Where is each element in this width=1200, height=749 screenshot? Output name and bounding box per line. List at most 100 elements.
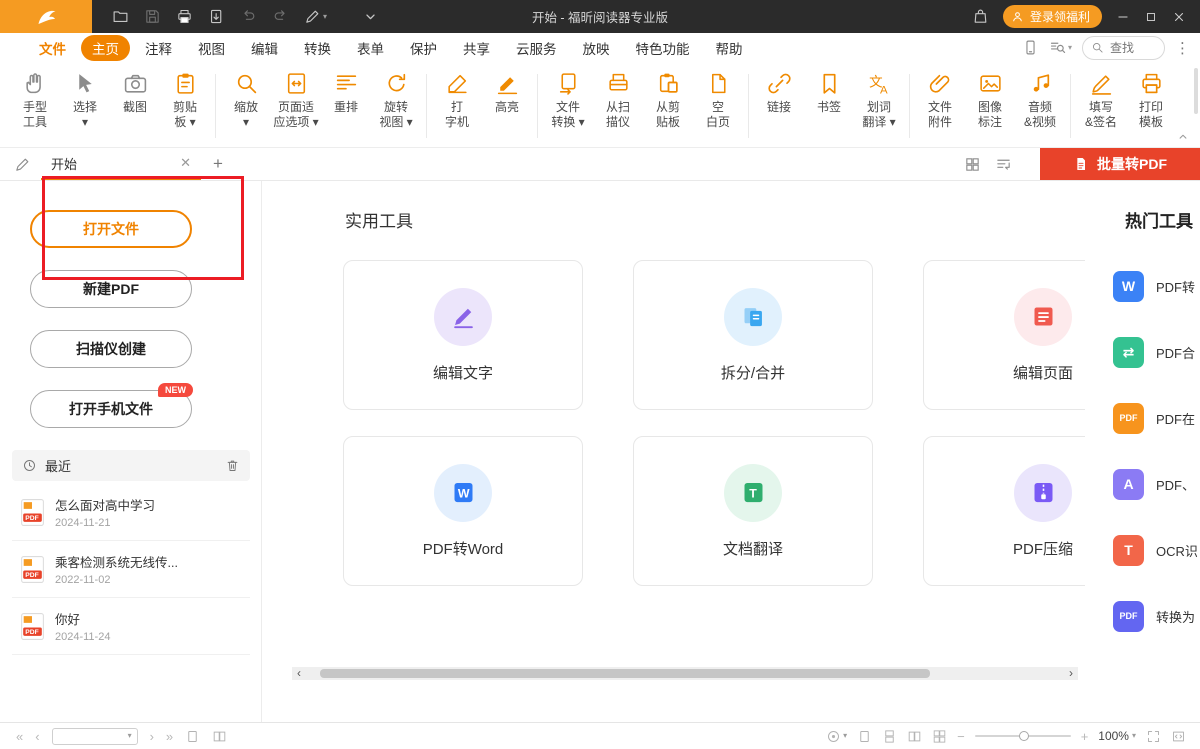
rotate-view-button[interactable]: 旋转视图 ▾	[371, 71, 421, 130]
scroll-right-arrow[interactable]: ›	[1064, 667, 1078, 680]
first-page-button[interactable]: «	[16, 730, 23, 743]
print-template-button[interactable]: 打印模板	[1126, 71, 1176, 130]
continuous-layout-icon[interactable]	[882, 729, 897, 744]
list-view-icon[interactable]	[995, 156, 1012, 173]
open-folder-icon[interactable]	[112, 8, 129, 25]
quick-pen-dropdown[interactable]: ▾	[304, 8, 327, 25]
tool-card-edit-text[interactable]: 编辑文字	[343, 260, 583, 410]
maximize-button[interactable]	[1144, 10, 1158, 24]
search-input[interactable]	[1108, 40, 1156, 56]
hot-tool-item[interactable]: PDF 转换为	[1113, 583, 1198, 649]
minimize-button[interactable]	[1116, 10, 1130, 24]
last-page-button[interactable]: »	[166, 730, 173, 743]
trash-icon[interactable]	[225, 458, 240, 473]
ribbon-scrollbar[interactable]	[1194, 68, 1198, 114]
fit-screen-icon[interactable]	[1146, 729, 1161, 744]
bookmark-button[interactable]: 书签	[804, 71, 854, 115]
find-options-button[interactable]: ▾	[1049, 39, 1072, 56]
store-bag-icon[interactable]	[972, 8, 989, 25]
snapshot-button[interactable]: 截图	[110, 71, 160, 115]
tool-card-edit-page[interactable]: 编辑页面	[923, 260, 1085, 410]
hot-tool-item[interactable]: A PDF、	[1113, 451, 1198, 517]
menu-present[interactable]: 放映	[572, 35, 621, 61]
reflow-button[interactable]: 重排	[321, 71, 371, 115]
scrollbar-track[interactable]	[306, 667, 1064, 680]
open-mobile-file-button[interactable]: 打开手机文件 NEW	[30, 390, 192, 428]
translate-button[interactable]: 划词翻译 ▾	[854, 71, 904, 130]
menu-view[interactable]: 视图	[187, 35, 236, 61]
more-options-button[interactable]: ⋮	[1175, 39, 1190, 57]
tool-card-pdf-compress[interactable]: PDF压缩	[923, 436, 1085, 586]
next-page-button[interactable]: ›	[150, 730, 154, 743]
highlight-button[interactable]: 高亮	[482, 71, 532, 115]
continuous-facing-layout-icon[interactable]	[932, 729, 947, 744]
tab-start[interactable]: 开始 ✕	[41, 148, 201, 180]
tool-card-pdf-to-word[interactable]: PDF转Word	[343, 436, 583, 586]
batch-convert-pdf-button[interactable]: 批量转PDF	[1040, 148, 1200, 180]
tool-card-split-merge[interactable]: 拆分/合并	[633, 260, 873, 410]
customize-toolbar-chevron-icon[interactable]	[362, 8, 379, 25]
scrollbar-thumb[interactable]	[320, 669, 930, 678]
export-icon[interactable]	[208, 8, 225, 25]
fullscreen-icon[interactable]	[1171, 729, 1186, 744]
file-attachment-button[interactable]: 文件附件	[915, 71, 965, 130]
blank-page-button[interactable]: 空白页	[693, 71, 743, 130]
scanner-create-button[interactable]: 扫描仪创建	[30, 330, 192, 368]
select-button[interactable]: 选择▾	[60, 71, 110, 130]
new-pdf-button[interactable]: 新建PDF	[30, 270, 192, 308]
from-clipboard-button[interactable]: 从剪贴板	[643, 71, 693, 130]
menu-share[interactable]: 共享	[452, 35, 501, 61]
login-button[interactable]: 登录领福利	[1003, 5, 1102, 28]
from-scanner-button[interactable]: 从扫描仪	[593, 71, 643, 130]
menu-cloud[interactable]: 云服务	[505, 35, 568, 61]
open-file-button[interactable]: 打开文件	[30, 210, 192, 248]
save-icon[interactable]	[144, 8, 161, 25]
menu-file[interactable]: 文件	[28, 35, 77, 61]
hand-tool-button[interactable]: 手型工具	[10, 71, 60, 130]
zoom-slider[interactable]	[975, 735, 1071, 737]
facing-layout-icon[interactable]	[907, 729, 922, 744]
menu-features[interactable]: 特色功能	[625, 35, 701, 61]
zoom-button[interactable]: 缩放▾	[221, 71, 271, 130]
single-page-layout-icon[interactable]	[857, 729, 872, 744]
fill-sign-button[interactable]: 填写&签名	[1076, 71, 1126, 130]
fit-width-icon[interactable]	[185, 729, 200, 744]
image-annotation-button[interactable]: 图像标注	[965, 71, 1015, 130]
fit-page-options-button[interactable]: 页面适应选项 ▾	[271, 71, 321, 130]
tab-close-icon[interactable]: ✕	[180, 155, 191, 171]
collapse-ribbon-icon[interactable]	[1176, 130, 1190, 144]
typewriter-button[interactable]: 打字机	[432, 71, 482, 130]
edit-pencil-icon[interactable]	[14, 156, 31, 173]
undo-icon[interactable]	[240, 8, 257, 25]
file-convert-button[interactable]: 文件转换 ▾	[543, 71, 593, 130]
menu-comment[interactable]: 注释	[134, 35, 183, 61]
menu-convert[interactable]: 转换	[293, 35, 342, 61]
zoom-out-button[interactable]: −	[957, 730, 965, 743]
link-button[interactable]: 链接	[754, 71, 804, 115]
hot-tool-item[interactable]: PDF PDF在	[1113, 385, 1198, 451]
clipboard-button[interactable]: 剪贴板 ▾	[160, 71, 210, 130]
read-mode-icon[interactable]	[1022, 39, 1039, 56]
pan-mode-button[interactable]: ▾	[826, 729, 847, 744]
hot-tool-item[interactable]: W PDF转	[1113, 253, 1198, 319]
scroll-left-arrow[interactable]: ‹	[292, 667, 306, 680]
hot-tool-item[interactable]: T OCR识	[1113, 517, 1198, 583]
print-icon[interactable]	[176, 8, 193, 25]
horizontal-scrollbar[interactable]: ‹ ›	[292, 667, 1078, 680]
audio-video-button[interactable]: 音频&视频	[1015, 71, 1065, 130]
redo-icon[interactable]	[272, 8, 289, 25]
menu-edit[interactable]: 编辑	[240, 35, 289, 61]
menu-form[interactable]: 表单	[346, 35, 395, 61]
zoom-in-button[interactable]: +	[1081, 730, 1089, 743]
zoom-level-select[interactable]: 100% ▾	[1098, 729, 1136, 743]
close-button[interactable]	[1172, 10, 1186, 24]
menu-protect[interactable]: 保护	[399, 35, 448, 61]
recent-file-row[interactable]: 怎么面对高中学习 2024-11-21	[12, 484, 250, 541]
prev-page-button[interactable]: ‹	[35, 730, 39, 743]
hot-tool-item[interactable]: ⇄ PDF合	[1113, 319, 1198, 385]
zoom-slider-thumb[interactable]	[1019, 731, 1029, 741]
tool-card-doc-translate[interactable]: 文档翻译	[633, 436, 873, 586]
recent-file-row[interactable]: 乘客检测系统无线传... 2022-11-02	[12, 541, 250, 598]
grid-view-icon[interactable]	[964, 156, 981, 173]
menu-home[interactable]: 主页	[81, 35, 130, 61]
